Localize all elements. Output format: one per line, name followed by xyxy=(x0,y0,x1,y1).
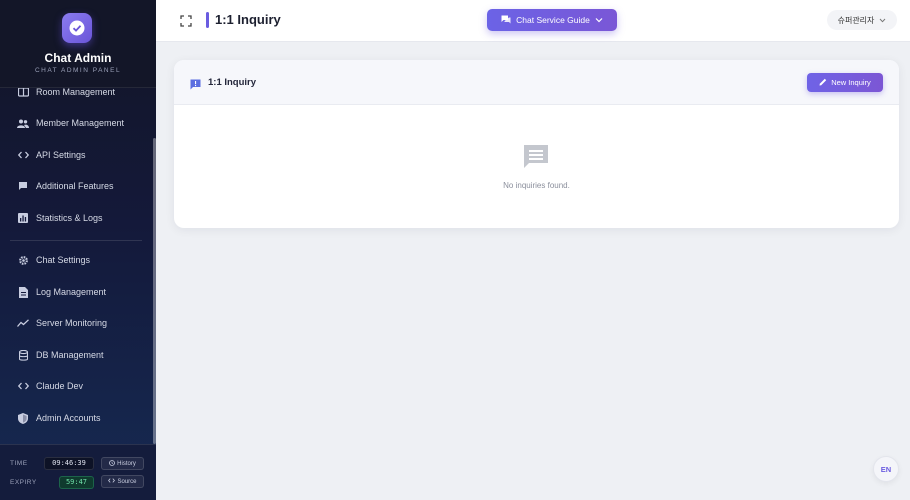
brand-subtitle: CHAT ADMIN PANEL xyxy=(34,67,122,74)
new-inquiry-button[interactable]: New Inquiry xyxy=(807,73,883,92)
sidebar-item-claude-dev[interactable]: Claude Dev xyxy=(0,374,152,398)
sidebar-item-label: API Settings xyxy=(36,150,86,160)
chat-service-guide-button[interactable]: Chat Service Guide xyxy=(487,9,617,31)
history-label: History xyxy=(117,460,136,467)
chat-bubble-icon xyxy=(501,15,511,26)
sidebar-item-member-management[interactable]: Member Management xyxy=(0,111,152,135)
code-icon xyxy=(108,478,116,485)
card-title: 1:1 Inquiry xyxy=(208,77,257,88)
inquiry-icon xyxy=(190,77,201,90)
clock-icon xyxy=(109,459,116,468)
shield-icon xyxy=(17,412,29,424)
document-icon xyxy=(17,286,29,298)
line-chart-icon xyxy=(17,317,29,329)
bar-chart-icon xyxy=(17,212,29,224)
sidebar-item-label: Admin Accounts xyxy=(36,413,101,423)
sidebar-item-statistics-logs[interactable]: Statistics & Logs xyxy=(0,206,152,230)
fullscreen-icon[interactable] xyxy=(180,14,192,27)
sidebar-item-server-monitoring[interactable]: Server Monitoring xyxy=(0,311,152,335)
sidebar-item-chat-settings[interactable]: Chat Settings xyxy=(0,248,152,272)
top-header: 1:1 Inquiry Chat Service Guide 슈퍼관리자 xyxy=(156,0,910,42)
empty-state-text: No inquiries found. xyxy=(503,181,570,190)
sidebar-item-api-settings[interactable]: API Settings xyxy=(0,143,152,167)
source-button[interactable]: Source xyxy=(101,475,144,488)
sidebar-item-db-management[interactable]: DB Management xyxy=(0,343,152,367)
language-toggle-button[interactable]: EN xyxy=(873,456,899,482)
sidebar-item-label: Chat Settings xyxy=(36,255,91,265)
sidebar-item-label: Statistics & Logs xyxy=(36,213,103,223)
user-name: 슈퍼관리자 xyxy=(837,15,875,25)
sidebar: Room Management Member Management API Se… xyxy=(0,0,156,500)
sidebar-item-admin-accounts[interactable]: Admin Accounts xyxy=(0,406,152,430)
brand-title: Chat Admin xyxy=(44,51,112,65)
chevron-down-icon xyxy=(879,16,886,25)
chat-bubble-icon xyxy=(17,180,29,192)
sidebar-item-label: DB Management xyxy=(36,350,104,360)
time-label: TIME xyxy=(10,460,28,467)
history-button[interactable]: History xyxy=(101,457,144,470)
code-icon xyxy=(17,149,29,161)
database-icon xyxy=(17,349,29,361)
sidebar-item-label: Member Management xyxy=(36,118,125,128)
chevron-down-icon xyxy=(595,15,603,25)
check-circle-icon xyxy=(62,13,92,43)
gear-icon xyxy=(17,254,29,266)
sidebar-item-label: Additional Features xyxy=(36,181,114,191)
sidebar-item-label: Room Management xyxy=(36,87,116,97)
sidebar-item-label: Claude Dev xyxy=(36,381,84,391)
chat-service-guide-label: Chat Service Guide xyxy=(516,15,590,25)
title-accent-bar xyxy=(206,12,209,28)
sidebar-item-label: Server Monitoring xyxy=(36,318,108,328)
inquiry-card: 1:1 Inquiry New Inquiry No inquiries fou… xyxy=(174,60,899,228)
user-menu-button[interactable]: 슈퍼관리자 xyxy=(827,10,897,30)
people-icon xyxy=(17,117,29,129)
pencil-icon xyxy=(819,78,827,88)
sidebar-item-log-management[interactable]: Log Management xyxy=(0,280,152,304)
code-icon xyxy=(17,380,29,392)
nav-divider xyxy=(10,240,142,241)
new-inquiry-label: New Inquiry xyxy=(831,78,871,87)
sidebar-item-label: Log Management xyxy=(36,287,107,297)
sidebar-item-additional-features[interactable]: Additional Features xyxy=(0,174,152,198)
sidebar-scrollbar[interactable] xyxy=(153,138,156,444)
brand: Chat Admin CHAT ADMIN PANEL xyxy=(0,0,156,88)
empty-chat-icon xyxy=(523,144,549,170)
source-label: Source xyxy=(117,478,137,485)
card-header: 1:1 Inquiry New Inquiry xyxy=(174,60,899,105)
sidebar-footer: TIME 09:46:39 History EXPIRY 59:47 Sourc… xyxy=(0,444,156,500)
time-value: 09:46:39 xyxy=(44,457,94,470)
expiry-value: 59:47 xyxy=(59,476,94,489)
expiry-label: EXPIRY xyxy=(10,479,37,486)
page-title: 1:1 Inquiry xyxy=(215,12,281,27)
